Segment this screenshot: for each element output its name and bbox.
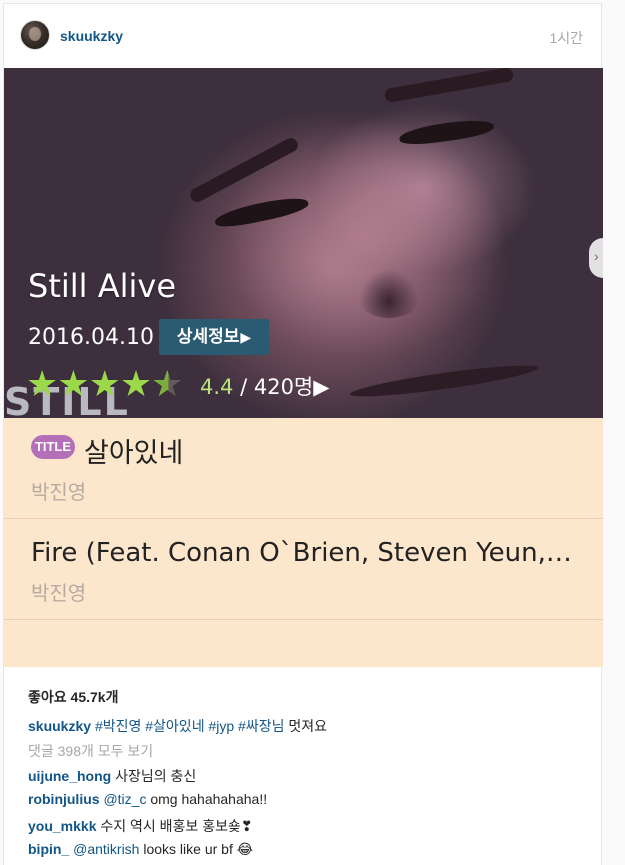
instagram-post-card: skuukzky 1시간 STILL › Still Alive 2016.04… — [3, 3, 603, 865]
title-track-badge: TITLE — [31, 435, 75, 459]
comment-username[interactable]: uijune_hong — [28, 768, 111, 784]
like-count[interactable]: 좋아요 45.7k개 — [28, 687, 118, 707]
comment-text: 사장님의 충신 — [115, 768, 197, 784]
comment-item: bipin_ @antikrish looks like ur bf 😂 — [28, 841, 253, 858]
album-title: Still Alive — [28, 267, 176, 305]
next-arrow-icon[interactable]: › — [589, 238, 603, 278]
comment-mention[interactable]: @tiz_c — [103, 791, 146, 807]
rating-count: / 420명▶ — [240, 375, 330, 399]
detail-info-button[interactable]: 상세정보▶ — [159, 319, 269, 355]
post-header: skuukzky 1시간 — [4, 4, 603, 68]
album-release-date: 2016.04.10 — [28, 325, 154, 350]
comment-item: you_mkkk 수지 역시 배홍보 홍보숒❣ — [28, 816, 253, 836]
track-item[interactable]: TITLE 살아있네 박진영 — [4, 418, 603, 519]
track-name: Fire (Feat. Conan O`Brien, Steven Yeun,… — [31, 538, 571, 568]
caption-username[interactable]: skuukzky — [28, 718, 91, 734]
caption-text: 멋져요 — [288, 718, 328, 734]
post-photo[interactable]: STILL › Still Alive 2016.04.10 상세정보▶ ★ ★… — [4, 68, 603, 667]
track-list: TITLE 살아있네 박진영 Fire (Feat. Conan O`Brien… — [4, 418, 603, 667]
post-username[interactable]: skuukzky — [60, 28, 123, 44]
rating-stars: ★ ★ ★ ★ ★ — [26, 363, 184, 404]
comment-username[interactable]: you_mkkk — [28, 818, 96, 834]
comment-item: uijune_hong 사장님의 충신 — [28, 766, 196, 786]
comment-item: robinjulius @tiz_c omg hahahahaha!! — [28, 791, 267, 807]
caption: skuukzky #박진영 #살아있네 #jyp #싸장님 멋져요 — [28, 716, 327, 736]
comment-username[interactable]: robinjulius — [28, 791, 100, 807]
view-all-comments-link[interactable]: 댓글 398개 모두 보기 — [28, 741, 153, 761]
hashtag[interactable]: #jyp — [208, 718, 234, 734]
half-star-icon: ★ — [151, 363, 184, 404]
comment-mention[interactable]: @antikrish — [73, 841, 139, 857]
comment-text: looks like ur bf 😂 — [143, 841, 254, 857]
star-icon: ★ — [119, 363, 153, 404]
track-artist: 박진영 — [31, 480, 87, 504]
track-item[interactable]: Fire (Feat. Conan O`Brien, Steven Yeun,…… — [4, 519, 603, 620]
post-timestamp[interactable]: 1시간 — [549, 28, 583, 48]
comment-text: 수지 역시 배홍보 홍보숒❣ — [100, 818, 253, 834]
hashtag[interactable]: #살아있네 — [145, 718, 204, 734]
track-name: 살아있네 — [84, 438, 184, 469]
star-icon: ★ — [57, 363, 90, 404]
avatar[interactable] — [20, 20, 50, 50]
rating-summary[interactable]: 4.4 / 420명▶ — [200, 371, 329, 401]
album-cover-image: STILL › Still Alive 2016.04.10 상세정보▶ ★ ★… — [4, 68, 603, 418]
star-icon: ★ — [26, 363, 59, 404]
hashtag[interactable]: #싸장님 — [238, 718, 284, 734]
hashtag[interactable]: #박진영 — [95, 718, 141, 734]
comment-text: omg hahahahaha!! — [150, 791, 268, 807]
track-artist: 박진영 — [31, 581, 87, 605]
comment-username[interactable]: bipin_ — [28, 841, 69, 857]
rating-value: 4.4 — [200, 375, 234, 399]
star-icon: ★ — [88, 363, 121, 404]
